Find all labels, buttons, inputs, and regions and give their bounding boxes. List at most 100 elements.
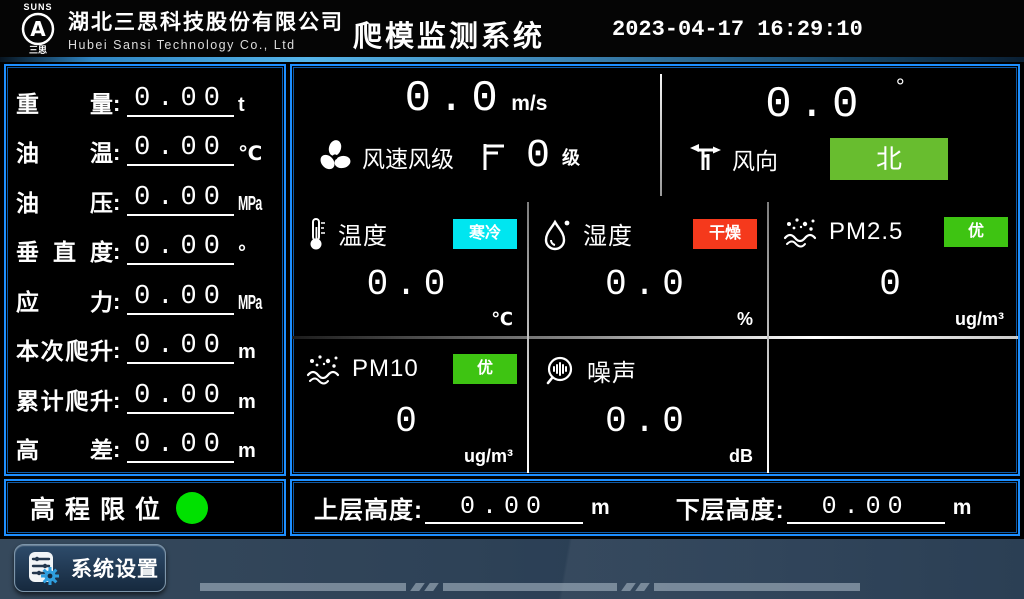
metric-value: 0.00 bbox=[134, 133, 227, 163]
lower-height-value: 0.00 bbox=[822, 492, 910, 521]
metric-unit: ℃ bbox=[238, 140, 274, 168]
sensor-value: 0.0 bbox=[292, 264, 527, 305]
lower-height-label: 下层高度: bbox=[676, 490, 785, 525]
page-title: 爬模监测系统 bbox=[353, 13, 545, 55]
elevation-limit-panel: 高程限位 bbox=[4, 479, 286, 536]
metric-value: 0.00 bbox=[134, 84, 227, 114]
metric-label: 高差 bbox=[16, 435, 113, 465]
sensor-unit: ug/m³ bbox=[955, 309, 1004, 330]
sensor-status-badge: 优 bbox=[944, 217, 1008, 247]
sidebar-metrics-panel: 重量: 0.00 t 油温: 0.00 ℃ 油压: 0.00 MPa 垂直度: … bbox=[4, 64, 286, 476]
metric-label: 垂直度 bbox=[16, 237, 113, 267]
settings-button-label: 系统设置 bbox=[71, 553, 159, 583]
screen: SUNS A 三思 湖北三思科技股份有限公司 Hubei Sansi Techn… bbox=[0, 0, 1024, 599]
sensor-unit: dB bbox=[729, 446, 753, 467]
metric-row-oil-temp: 油温: 0.00 ℃ bbox=[16, 124, 274, 168]
sensor-value: 0 bbox=[769, 264, 1018, 305]
metric-row-total-climb: 累计爬升: 0.00 m bbox=[16, 372, 274, 416]
logo-top-text: SUNS bbox=[12, 2, 64, 12]
sensor-name: PM2.5 bbox=[829, 218, 903, 246]
metric-unit: m bbox=[238, 437, 274, 465]
svg-text:A: A bbox=[30, 17, 46, 41]
wind-speed-unit: m/s bbox=[511, 92, 547, 115]
metric-value: 0.00 bbox=[134, 430, 227, 460]
metric-unit: MPa bbox=[238, 190, 262, 218]
metric-label: 油温 bbox=[16, 138, 113, 168]
metric-unit: MPa bbox=[238, 289, 262, 317]
wind-level-unit: 级 bbox=[562, 144, 580, 170]
thermometer-icon bbox=[306, 217, 328, 251]
taskbar-decoration bbox=[200, 583, 406, 591]
wind-direction-section: 0.0 ° 风向 北 bbox=[660, 66, 1020, 200]
sensor-status-badge: 干燥 bbox=[693, 219, 757, 249]
metric-row-current-climb: 本次爬升: 0.00 m bbox=[16, 322, 274, 366]
wind-vane-icon bbox=[688, 142, 724, 176]
company-logo-icon: SUNS A 三思 bbox=[12, 2, 64, 56]
metric-value: 0.00 bbox=[134, 381, 227, 411]
sensor-card-noise: 噪声 0.0 dB bbox=[529, 339, 767, 473]
wind-speed-section: 0.0 m/s 风速风级 0 bbox=[292, 66, 660, 200]
sensor-name: 湿度 bbox=[583, 216, 633, 251]
system-settings-button[interactable]: 系统设置 bbox=[14, 544, 166, 592]
metric-value: 0.00 bbox=[134, 331, 227, 361]
layer-height-panel: 上层高度: 0.00 m 下层高度: 0.00 m bbox=[290, 479, 1020, 536]
elevation-limit-label: 高程限位 bbox=[30, 490, 170, 526]
metric-row-height-diff: 高差: 0.00 m bbox=[16, 421, 274, 465]
metric-unit: m bbox=[238, 338, 274, 366]
wind-direction-label: 风向 bbox=[732, 142, 778, 176]
sensor-name: PM10 bbox=[352, 355, 419, 383]
upper-height-label: 上层高度: bbox=[314, 490, 423, 525]
lower-height-unit: m bbox=[953, 496, 972, 520]
wind-speed-label: 风速风级 bbox=[362, 140, 454, 174]
sensor-card-temperature: 温度 寒冷 0.0 ℃ bbox=[292, 202, 527, 336]
metric-value: 0.00 bbox=[134, 282, 227, 312]
sensor-name: 温度 bbox=[338, 216, 388, 251]
dust-icon bbox=[783, 216, 819, 248]
sensor-card-humidity: 湿度 干燥 0.0 % bbox=[529, 202, 767, 336]
sensor-card-pm10: PM10 优 0 ug/m³ bbox=[292, 339, 527, 473]
taskbar-decoration bbox=[443, 583, 617, 591]
fan-icon bbox=[316, 138, 354, 176]
sensor-card-pm25: PM2.5 优 0 ug/m³ bbox=[769, 202, 1018, 336]
elevation-limit-indicator bbox=[176, 492, 208, 524]
sensor-value: 0.0 bbox=[529, 264, 767, 305]
taskbar: 系统设置 bbox=[0, 539, 1024, 599]
sensor-status-badge: 寒冷 bbox=[453, 219, 517, 249]
sensor-unit: % bbox=[737, 309, 753, 330]
metric-label: 重量 bbox=[16, 89, 113, 119]
sensor-value: 0 bbox=[292, 401, 527, 442]
wind-level-value: 0 bbox=[526, 134, 552, 179]
taskbar-decoration bbox=[654, 583, 860, 591]
dust-icon bbox=[306, 353, 342, 385]
sensor-unit: ℃ bbox=[491, 309, 513, 330]
upper-height-value: 0.00 bbox=[460, 492, 548, 521]
metric-label: 应力 bbox=[16, 287, 113, 317]
noise-icon bbox=[543, 354, 577, 388]
upper-height-unit: m bbox=[591, 496, 610, 520]
wind-direction-badge: 北 bbox=[830, 138, 948, 180]
metric-unit: ° bbox=[238, 239, 274, 267]
settings-sliders-gear-icon bbox=[23, 548, 63, 588]
company-name-cn: 湖北三思科技股份有限公司 bbox=[68, 6, 344, 36]
metric-row-weight: 重量: 0.00 t bbox=[16, 75, 274, 119]
metric-value: 0.00 bbox=[134, 232, 227, 262]
metric-row-verticality: 垂直度: 0.00 ° bbox=[16, 223, 274, 267]
datetime-display: 2023-04-17 16:29:10 bbox=[612, 17, 863, 42]
metric-label: 累计爬升 bbox=[16, 386, 113, 416]
sensor-name: 噪声 bbox=[587, 353, 637, 388]
header: SUNS A 三思 湖北三思科技股份有限公司 Hubei Sansi Techn… bbox=[0, 0, 1024, 57]
metric-unit: m bbox=[238, 388, 274, 416]
company-name: 湖北三思科技股份有限公司 Hubei Sansi Technology Co.,… bbox=[68, 6, 344, 52]
metric-value: 0.00 bbox=[134, 183, 227, 213]
droplet-icon bbox=[543, 217, 573, 251]
sensor-status-badge: 优 bbox=[453, 354, 517, 384]
logo-bottom-text: 三思 bbox=[12, 46, 64, 55]
wind-level-flag-icon bbox=[480, 141, 508, 173]
logo-circle-a-icon: A bbox=[12, 12, 64, 46]
wind-speed-value: 0.0 bbox=[405, 74, 505, 124]
metric-label: 本次爬升 bbox=[16, 336, 113, 366]
metric-label: 油压 bbox=[16, 188, 113, 218]
header-divider bbox=[0, 57, 1024, 62]
company-name-en: Hubei Sansi Technology Co., Ltd bbox=[68, 38, 344, 52]
metric-row-stress: 应力: 0.00 MPa bbox=[16, 273, 274, 317]
